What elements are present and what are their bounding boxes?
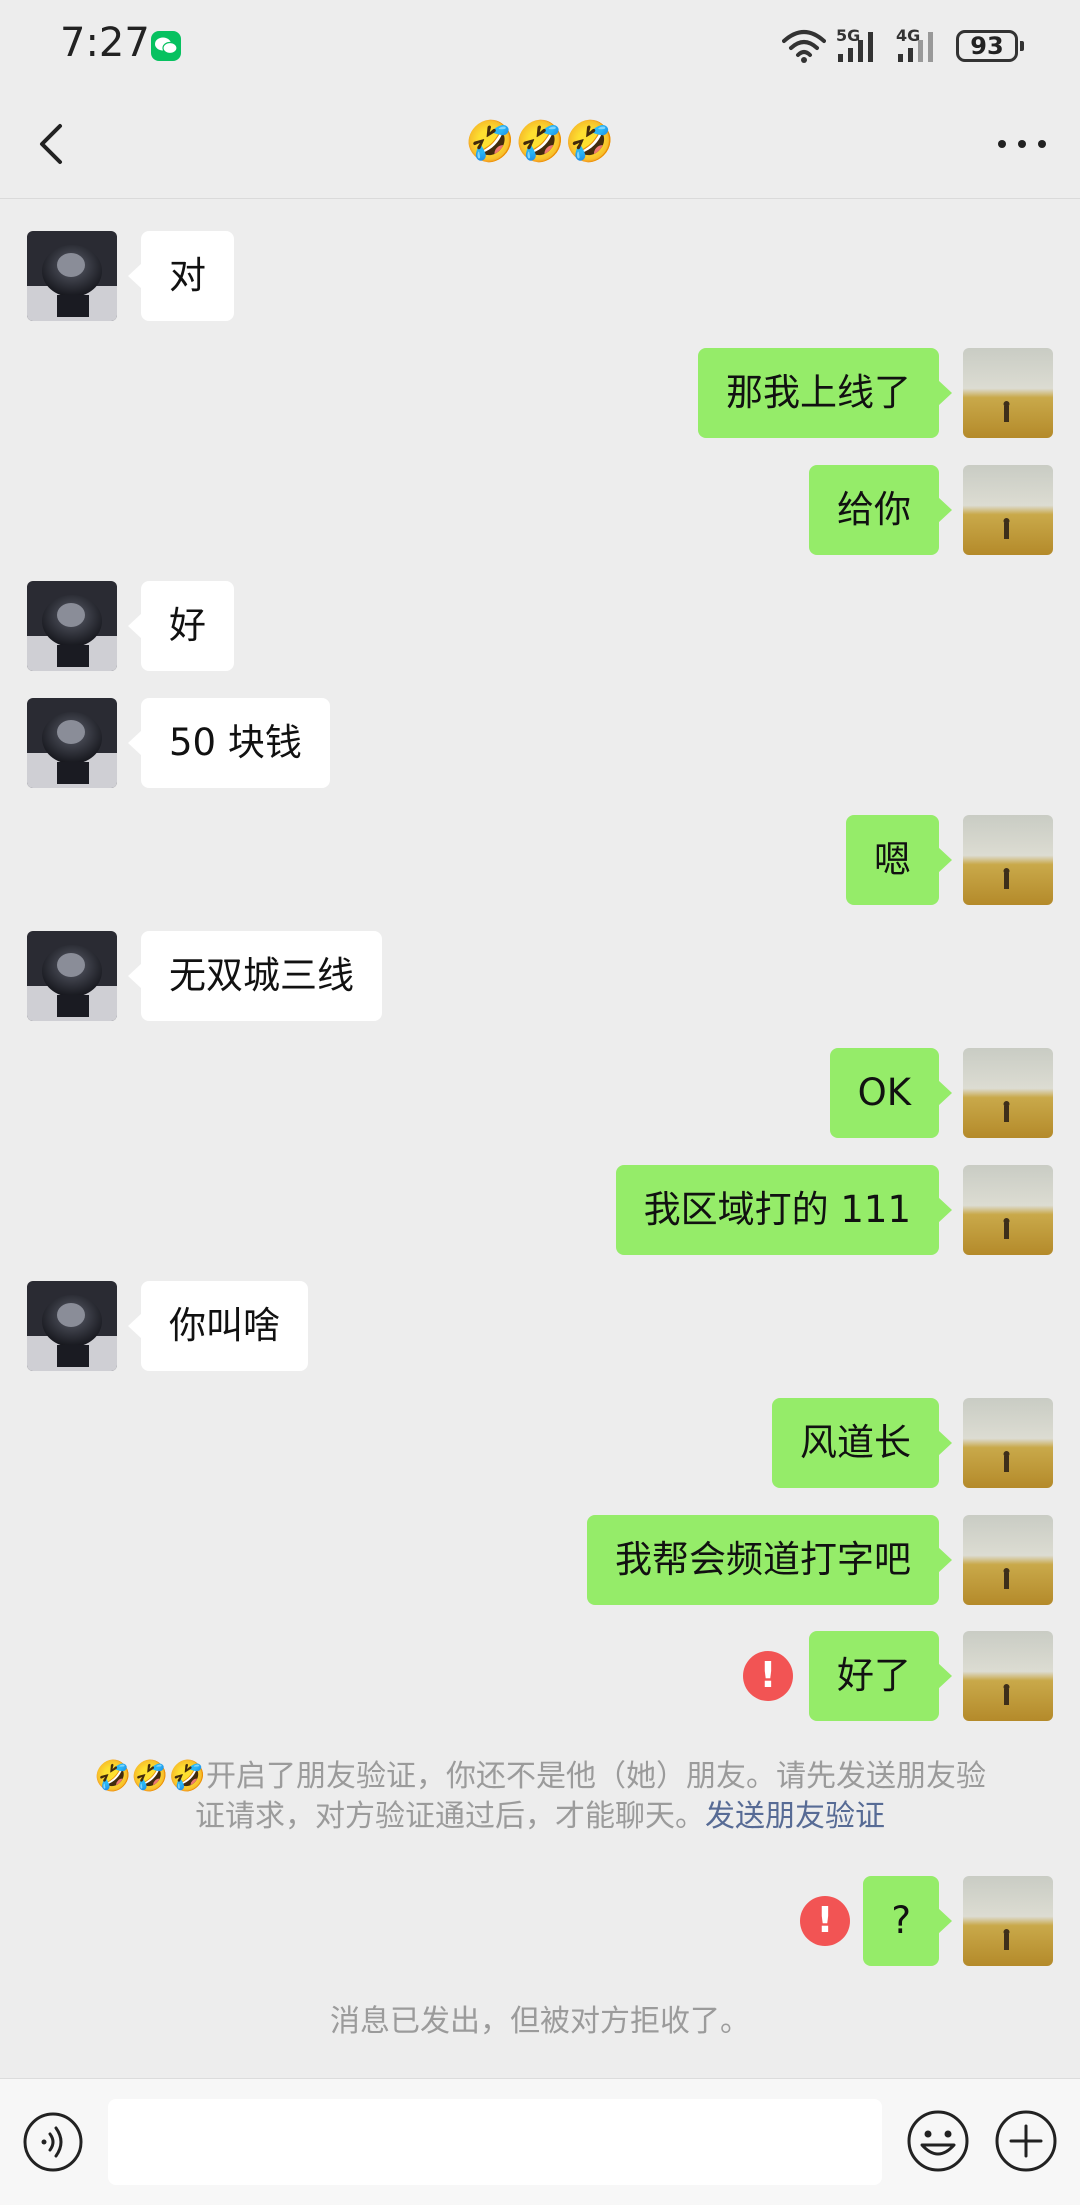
message-outgoing-failed: ? !: [0, 1876, 1080, 1966]
wifi-icon: [782, 30, 826, 63]
message-outgoing: 嗯: [0, 815, 1080, 905]
message-bubble[interactable]: 50 块钱: [128, 698, 330, 788]
message-bubble[interactable]: 风道长: [772, 1398, 952, 1488]
status-indicators: 5G 4G 93: [782, 22, 1024, 70]
contact-avatar[interactable]: [27, 931, 117, 1021]
status-bar: 7:27 5G 4G 93: [0, 0, 1080, 90]
message-outgoing: OK: [0, 1048, 1080, 1138]
more-functions-button[interactable]: [994, 2109, 1058, 2173]
emoji-icon: [907, 2110, 969, 2172]
notice-text-line2: 证请求，对方验证通过后，才能聊天。: [195, 1799, 705, 1834]
status-time: 7:27: [60, 20, 150, 66]
contact-avatar[interactable]: [27, 581, 117, 671]
chat-header: 🤣🤣🤣: [0, 90, 1080, 199]
more-options-button[interactable]: [986, 112, 1058, 176]
contact-avatar[interactable]: [27, 1281, 117, 1371]
message-rejected-notice: 消息已发出，但被对方拒收了。: [330, 2004, 750, 2039]
message-bubble[interactable]: 我区域打的 111: [615, 1165, 953, 1255]
message-incoming: 50 块钱: [0, 698, 1080, 788]
message-outgoing: 风道长: [0, 1398, 1080, 1488]
my-avatar[interactable]: [963, 1165, 1053, 1255]
message-incoming: 你叫啥: [0, 1281, 1080, 1371]
message-bubble[interactable]: 我帮会频道打字吧: [587, 1515, 952, 1605]
wechat-notification-icon: [151, 31, 181, 61]
message-bubble[interactable]: 无双城三线: [128, 931, 382, 1021]
my-avatar[interactable]: [963, 1631, 1053, 1721]
message-bubble[interactable]: 你叫啥: [128, 1281, 308, 1371]
message-outgoing-failed: 好了 !: [0, 1631, 1080, 1721]
message-input[interactable]: [108, 2099, 882, 2185]
my-avatar[interactable]: [963, 1048, 1053, 1138]
message-bubble[interactable]: 对: [128, 231, 234, 321]
message-bubble[interactable]: 嗯: [846, 815, 952, 905]
chat-title: 🤣🤣🤣: [465, 119, 615, 165]
message-outgoing: 那我上线了: [0, 348, 1080, 438]
my-avatar[interactable]: [963, 1876, 1053, 1966]
message-bubble[interactable]: ?: [863, 1876, 952, 1966]
voice-input-button[interactable]: [22, 2111, 84, 2173]
signal-5g: 5G: [836, 26, 886, 64]
friend-verification-notice: 🤣🤣🤣开启了朋友验证，你还不是他（她）朋友。请先发送朋友验 证请求，对方验证通过…: [70, 1757, 1010, 1837]
voice-icon: [23, 2112, 83, 2172]
my-avatar[interactable]: [963, 1515, 1053, 1605]
contact-avatar[interactable]: [27, 698, 117, 788]
message-bubble[interactable]: OK: [829, 1048, 953, 1138]
message-outgoing: 我帮会频道打字吧: [0, 1515, 1080, 1605]
my-avatar[interactable]: [963, 465, 1053, 555]
message-bubble[interactable]: 好: [128, 581, 234, 671]
my-avatar[interactable]: [963, 815, 1053, 905]
signal-bars-icon: [898, 32, 933, 62]
message-bubble[interactable]: 那我上线了: [698, 348, 952, 438]
send-verification-link[interactable]: 发送朋友验证: [705, 1799, 885, 1834]
signal-bars-icon: [838, 32, 873, 62]
send-failed-icon[interactable]: !: [800, 1896, 850, 1946]
battery-indicator: 93: [956, 30, 1024, 62]
my-avatar[interactable]: [963, 348, 1053, 438]
battery-level: 93: [970, 32, 1004, 60]
message-bubble[interactable]: 给你: [809, 465, 952, 555]
more-dots-icon: [998, 140, 1046, 148]
message-bubble[interactable]: 好了: [809, 1631, 952, 1721]
my-avatar[interactable]: [963, 1398, 1053, 1488]
message-incoming: 对: [0, 231, 1080, 321]
input-bar: [0, 2078, 1080, 2205]
message-incoming: 好: [0, 581, 1080, 671]
send-failed-icon[interactable]: !: [743, 1651, 793, 1701]
message-outgoing: 给你: [0, 465, 1080, 555]
message-incoming: 无双城三线: [0, 931, 1080, 1021]
notice-text-line1: 🤣🤣🤣开启了朋友验证，你还不是他（她）朋友。请先发送朋友验: [93, 1759, 987, 1794]
plus-icon: [995, 2110, 1057, 2172]
message-outgoing: 我区域打的 111: [0, 1165, 1080, 1255]
emoji-button[interactable]: [906, 2109, 970, 2173]
signal-4g: 4G: [896, 26, 946, 64]
contact-avatar[interactable]: [27, 231, 117, 321]
